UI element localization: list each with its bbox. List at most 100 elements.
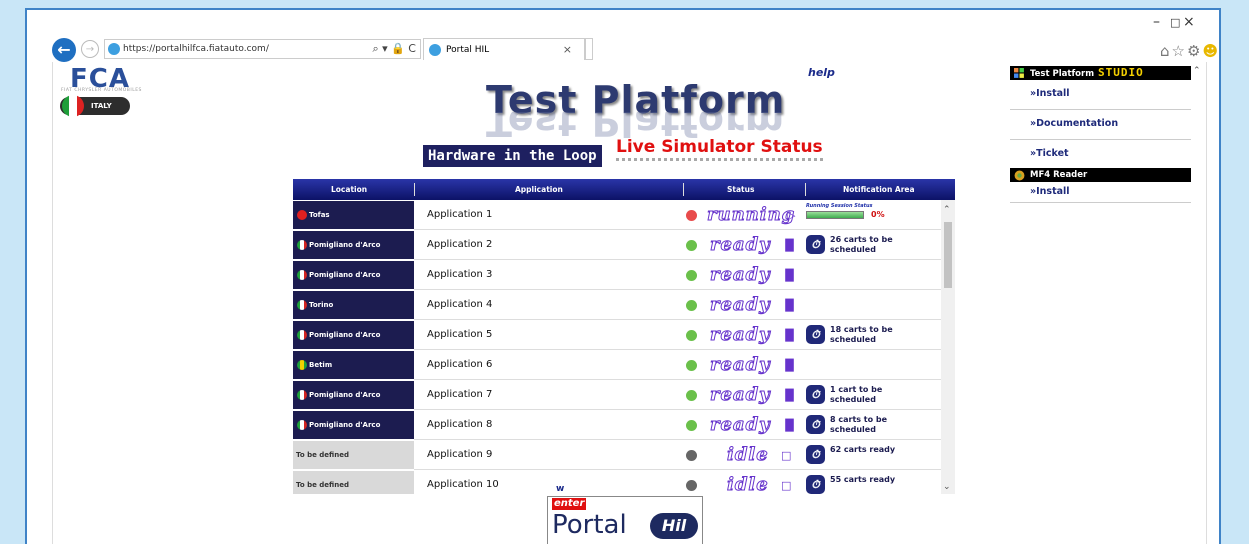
restore-button[interactable]: □ (1170, 16, 1180, 29)
country-flag-icon (297, 330, 307, 340)
table-scrollbar[interactable]: ⌃ ⌄ (941, 200, 955, 494)
status-action-icon[interactable]: □ (781, 479, 791, 492)
location-label: To be defined (296, 451, 349, 459)
forward-button[interactable]: → (81, 40, 99, 58)
status-action-icon[interactable]: ▐▌ (781, 269, 798, 282)
table-row[interactable]: Torino Application 4 ready ▐▌ (293, 290, 941, 320)
mf4-header: MF4 Reader (1010, 168, 1191, 182)
location-label: Pomigliano d'Arco (309, 331, 381, 339)
status-action-icon[interactable]: ▐▌ (781, 239, 798, 252)
application-name[interactable]: Application 6 (427, 350, 492, 380)
back-button[interactable]: ← (52, 38, 76, 62)
col-notification: Notification Area (843, 185, 915, 194)
table-row[interactable]: Tofas Application 1 running ▷ Running Sessio… (293, 200, 941, 230)
location-cell: Pomigliano d'Arco (293, 321, 414, 349)
table-row[interactable]: Pomigliano d'Arco Application 3 ready ▐▌ (293, 260, 941, 290)
application-name[interactable]: Application 10 (427, 470, 499, 494)
studio-install-link[interactable]: »Install (1010, 80, 1191, 110)
status-action-icon[interactable]: ▐▌ (781, 419, 798, 432)
status-action-icon[interactable]: ▷ (787, 209, 795, 222)
country-flag-icon (297, 270, 307, 280)
application-name[interactable]: Application 5 (427, 320, 492, 350)
application-name[interactable]: Application 7 (427, 380, 492, 410)
sidebar-scroll-up-icon[interactable]: ⌃ (1193, 66, 1201, 76)
table-row[interactable]: To be defined Application 9 idle □ ⏱ 62 carts… (293, 440, 941, 470)
feedback-smiley-icon[interactable]: ☻ (1202, 42, 1220, 60)
clock-icon: ⏱ (806, 415, 825, 434)
tab-portal-hil[interactable]: Portal HIL × (423, 38, 585, 60)
address-bar[interactable]: https://portalhilfca.fiatauto.com/ ⌕ ▾ 🔒… (104, 39, 421, 59)
country-flag-icon (297, 360, 307, 370)
table-row[interactable]: Pomigliano d'Arco Application 7 ready ▐▌ ⏱ 1 … (293, 380, 941, 410)
home-icon[interactable]: ⌂ (1160, 42, 1172, 60)
scroll-down-icon[interactable]: ⌄ (943, 482, 951, 492)
status-dot-icon (686, 480, 697, 491)
application-name[interactable]: Application 1 (427, 200, 492, 230)
application-name[interactable]: Application 3 (427, 260, 492, 290)
notification-text: 62 carts ready (830, 445, 896, 454)
country-flag-icon (297, 420, 307, 430)
clock-icon: ⏱ (806, 235, 825, 254)
scroll-up-icon[interactable]: ⌃ (943, 205, 951, 215)
table-row[interactable]: Pomigliano d'Arco Application 8 ready ▐▌ ⏱ 8 … (293, 410, 941, 440)
portal-hil-logo[interactable]: enter Portal Hil (547, 496, 703, 544)
col-application: Application (515, 185, 563, 194)
country-flag-icon (297, 390, 307, 400)
status-text: idle (727, 474, 769, 495)
mf4-icon (1014, 170, 1025, 181)
table-row[interactable]: To be defined Application 10 idle □ ⏱ 55 cart… (293, 470, 941, 494)
new-tab-button[interactable] (585, 38, 593, 60)
status-action-icon[interactable]: ▐▌ (781, 389, 798, 402)
col-divider (805, 183, 806, 196)
tab-close-icon[interactable]: × (563, 39, 572, 61)
status-text: ready (710, 294, 771, 316)
table-row[interactable]: Pomigliano d'Arco Application 5 ready ▐▌ ⏱ 18… (293, 320, 941, 350)
status-dot-icon (686, 390, 697, 401)
location-cell: To be defined (293, 441, 414, 469)
location-cell: Betim (293, 351, 414, 379)
location-label: Betim (309, 361, 333, 369)
studio-ticket-link[interactable]: »Ticket (1010, 140, 1191, 166)
settings-gear-icon[interactable]: ⚙ (1187, 42, 1202, 60)
mf4-title: MF4 Reader (1030, 170, 1088, 180)
table-row[interactable]: Pomigliano d'Arco Application 2 ready ▐▌ ⏱ 26… (293, 230, 941, 260)
help-link[interactable]: help (808, 66, 835, 79)
status-text: idle (727, 444, 769, 466)
status-dot-icon (686, 240, 697, 251)
status-action-icon[interactable]: ▐▌ (781, 299, 798, 312)
country-selector[interactable]: ITALY (60, 95, 130, 117)
application-name[interactable]: Application 9 (427, 440, 492, 470)
page-right-border (1206, 62, 1207, 544)
application-name[interactable]: Application 8 (427, 410, 492, 440)
favorites-star-icon[interactable]: ☆ (1172, 42, 1187, 60)
status-dot-icon (686, 300, 697, 311)
location-cell: Pomigliano d'Arco (293, 261, 414, 289)
location-label: Pomigliano d'Arco (309, 271, 381, 279)
clock-icon: ⏱ (806, 475, 825, 494)
location-label: Pomigliano d'Arco (309, 421, 381, 429)
status-action-icon[interactable]: ▐▌ (781, 359, 798, 372)
studio-documentation-link[interactable]: »Documentation (1010, 110, 1191, 140)
tab-title: Portal HIL (446, 45, 490, 55)
close-button[interactable]: × (1183, 14, 1195, 30)
minimize-button[interactable]: – (1153, 14, 1160, 30)
location-cell: Pomigliano d'Arco (293, 381, 414, 409)
col-location: Location (331, 185, 368, 194)
status-table-body[interactable]: Tofas Application 1 running ▷ Running Sessio… (293, 200, 955, 494)
address-tools-icon[interactable]: ⌕ ▾ 🔒 C (372, 40, 416, 58)
status-action-icon[interactable]: ▐▌ (781, 329, 798, 342)
col-divider (683, 183, 684, 196)
location-label: Tofas (309, 211, 330, 219)
table-row[interactable]: Betim Application 6 ready ▐▌ (293, 350, 941, 380)
mf4-install-link[interactable]: »Install (1010, 182, 1191, 203)
table-header: Location Application Status Notification… (293, 179, 955, 200)
location-label: Pomigliano d'Arco (309, 391, 381, 399)
scroll-thumb[interactable] (944, 222, 952, 288)
studio-word: STUDIO (1098, 66, 1144, 79)
location-cell: To be defined (293, 471, 414, 494)
running-session-progress (806, 211, 864, 219)
application-name[interactable]: Application 2 (427, 230, 492, 260)
application-name[interactable]: Application 4 (427, 290, 492, 320)
status-action-icon[interactable]: □ (781, 449, 791, 462)
ie-icon (429, 44, 441, 56)
